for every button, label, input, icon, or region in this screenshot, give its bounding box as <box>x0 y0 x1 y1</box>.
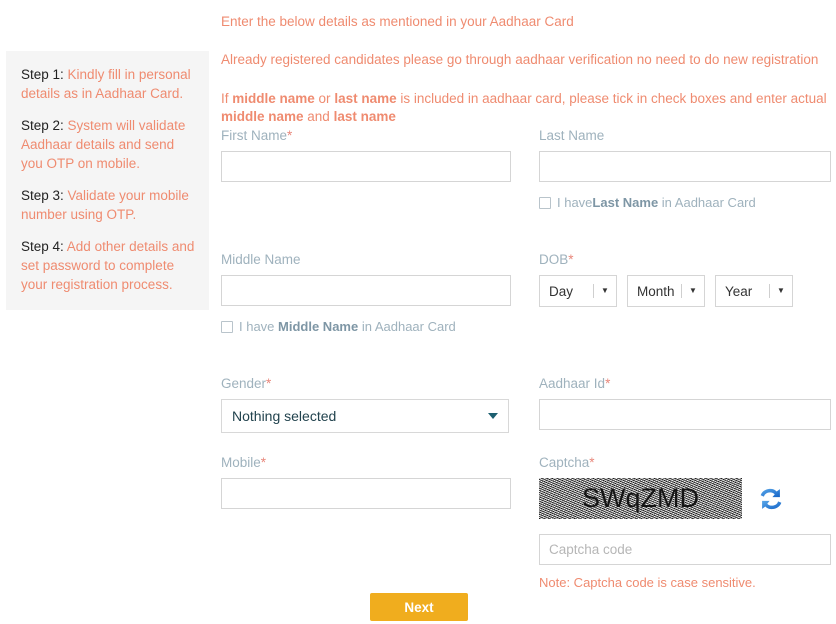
gender-label-text: Gender <box>221 376 267 391</box>
step-item-4: Step 4: Add other details and set passwo… <box>21 237 195 294</box>
field-group-dob: DOB* Day ▼ Month ▼ Year ▼ <box>539 252 831 307</box>
field-group-mobile: Mobile* <box>221 455 511 509</box>
middle-name-input[interactable] <box>221 275 511 306</box>
field-group-first-name: First Name* <box>221 128 511 182</box>
chevron-down-icon: ▼ <box>601 286 609 295</box>
dob-month-select[interactable]: Month ▼ <box>627 275 705 307</box>
field-group-captcha: Captcha* SWqZMD Captcha code Note: Captc… <box>539 455 831 590</box>
steps-sidebar: Step 1: Kindly fill in personal details … <box>6 51 209 310</box>
form-row-gender-aadhaar: Gender* Nothing selected Aadhaar Id* <box>221 376 831 455</box>
gender-required-marker: * <box>266 376 272 391</box>
intro-line3-last-name-2: last name <box>333 109 396 124</box>
field-group-middle-name: Middle Name I have Middle Name in Aadhaa… <box>221 252 511 334</box>
step-item-1: Step 1: Kindly fill in personal details … <box>21 65 195 103</box>
last-name-input[interactable] <box>539 151 831 182</box>
captcha-image-row: SWqZMD <box>539 478 831 519</box>
middle-name-checkbox-text-c: in Aadhaar Card <box>358 319 456 334</box>
last-name-checkbox[interactable] <box>539 196 551 209</box>
intro-line-2: Already registered candidates please go … <box>221 52 819 67</box>
aadhaar-id-label: Aadhaar Id* <box>539 376 831 391</box>
gender-select[interactable]: Nothing selected <box>221 399 509 433</box>
step-2-number: Step 2: <box>21 118 68 133</box>
first-name-required-marker: * <box>287 128 293 143</box>
intro-line3-part-g: and <box>303 109 334 124</box>
step-3-number: Step 3: <box>21 188 68 203</box>
last-name-checkbox-text-c: in Aadhaar Card <box>658 195 756 210</box>
dob-year-select[interactable]: Year ▼ <box>715 275 793 307</box>
registration-form: First Name* Last Name I haveLast Name in… <box>221 128 831 595</box>
first-name-label: First Name* <box>221 128 511 143</box>
mobile-input[interactable] <box>221 478 511 509</box>
first-name-input[interactable] <box>221 151 511 182</box>
step-1-number: Step 1: <box>21 67 68 82</box>
gender-label: Gender* <box>221 376 511 391</box>
middle-name-label: Middle Name <box>221 252 511 267</box>
dob-required-marker: * <box>568 252 574 267</box>
captcha-code-input[interactable] <box>539 534 831 565</box>
gender-selected-value: Nothing selected <box>232 408 337 424</box>
mobile-label-text: Mobile <box>221 455 261 470</box>
intro-line3-part-a: If <box>221 91 233 106</box>
intro-line-3: If middle name or last name is included … <box>221 69 831 126</box>
next-button[interactable]: Next <box>370 593 468 621</box>
captcha-label-text: Captcha <box>539 455 590 470</box>
intro-line3-last-name-1: last name <box>334 91 397 106</box>
chevron-down-icon: ▼ <box>777 286 785 295</box>
last-name-checkbox-row[interactable]: I haveLast Name in Aadhaar Card <box>539 195 831 210</box>
step-4-number: Step 4: <box>21 239 67 254</box>
first-name-label-text: First Name <box>221 128 288 143</box>
intro-line3-part-c: or <box>314 91 335 106</box>
aadhaar-id-input[interactable] <box>539 399 831 430</box>
caret-down-icon <box>488 413 498 419</box>
step-item-3: Step 3: Validate your mobile number usin… <box>21 186 195 224</box>
aadhaar-id-label-text: Aadhaar Id <box>539 376 606 391</box>
middle-name-checkbox[interactable] <box>221 320 233 333</box>
mobile-required-marker: * <box>260 455 267 470</box>
captcha-required-marker: * <box>589 455 595 470</box>
dob-label-text: DOB <box>539 252 569 267</box>
last-name-checkbox-label: I haveLast Name in Aadhaar Card <box>557 195 756 210</box>
last-name-checkbox-text-b: Last Name <box>592 195 659 210</box>
step-item-2: Step 2: System will validate Aadhaar det… <box>21 116 195 173</box>
registration-page: Enter the below details as mentioned in … <box>0 0 836 624</box>
intro-line-1: Enter the below details as mentioned in … <box>221 14 574 29</box>
middle-name-checkbox-label: I have Middle Name in Aadhaar Card <box>239 319 456 334</box>
last-name-label-text: Last Name <box>539 128 605 143</box>
dob-day-value: Day <box>549 283 574 299</box>
field-group-last-name: Last Name I haveLast Name in Aadhaar Car… <box>539 128 831 210</box>
chevron-down-icon: ▼ <box>689 286 697 295</box>
middle-name-label-text: Middle Name <box>221 252 301 267</box>
middle-name-checkbox-text-a: I have <box>239 319 279 334</box>
field-group-aadhaar-id: Aadhaar Id* <box>539 376 831 430</box>
mobile-label: Mobile* <box>221 455 511 470</box>
middle-name-checkbox-row[interactable]: I have Middle Name in Aadhaar Card <box>221 319 511 334</box>
form-row-names: First Name* Last Name I haveLast Name in… <box>221 128 831 252</box>
dob-year-value: Year <box>725 283 753 299</box>
intro-line3-part-e: is included in aadhaar card, please tick… <box>396 91 827 106</box>
dob-day-select[interactable]: Day ▼ <box>539 275 617 307</box>
form-row-mobile-captcha: Mobile* Captcha* SWqZMD Captcha code Not… <box>221 455 831 595</box>
dob-label: DOB* <box>539 252 831 267</box>
intro-text-block: Enter the below details as mentioned in … <box>221 0 831 126</box>
last-name-label: Last Name <box>539 128 831 143</box>
field-group-gender: Gender* Nothing selected <box>221 376 511 433</box>
dob-select-group: Day ▼ Month ▼ Year ▼ <box>539 275 831 307</box>
dob-month-value: Month <box>637 283 675 299</box>
captcha-image: SWqZMD <box>539 478 742 519</box>
captcha-label: Captcha* <box>539 455 831 470</box>
form-row-middle-dob: Middle Name I have Middle Name in Aadhaa… <box>221 252 831 376</box>
aadhaar-id-required-marker: * <box>605 376 611 391</box>
middle-name-checkbox-text-b: Middle Name <box>278 319 359 334</box>
last-name-checkbox-text-a: I have <box>557 195 593 210</box>
captcha-image-text: SWqZMD <box>582 483 699 513</box>
refresh-captcha-icon[interactable] <box>756 484 786 514</box>
intro-line3-middle-name-1: middle name <box>232 91 315 106</box>
intro-line3-middle-name-2: middle name <box>221 109 304 124</box>
captcha-note: Note: Captcha code is case sensitive. <box>539 575 756 590</box>
